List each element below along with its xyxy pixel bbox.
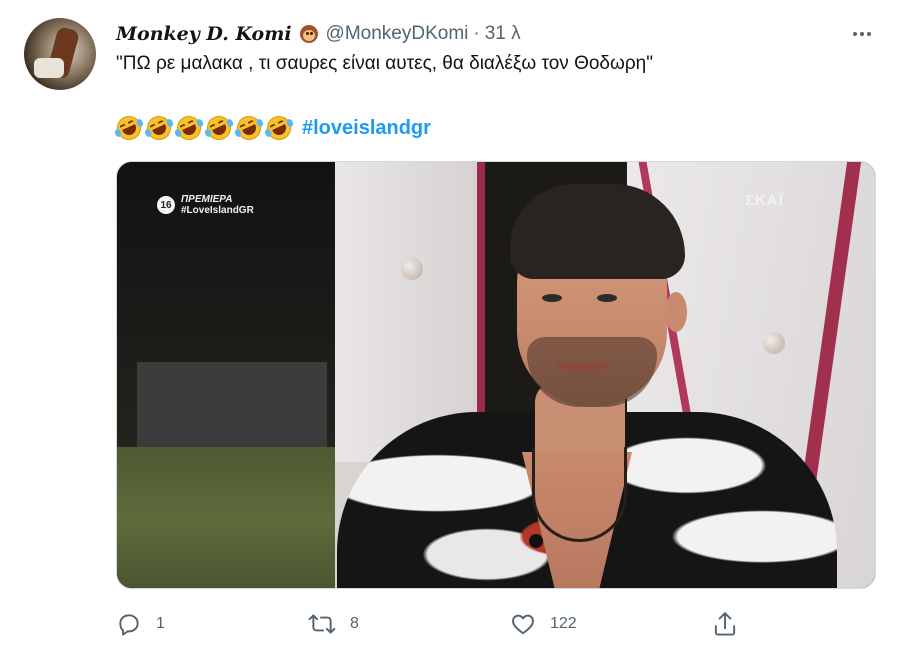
media-image[interactable]: 16 ΠΡΕΜΙΕΡΑ #LoveIslandGR ΣΚΑΪ xyxy=(116,161,876,589)
share-button[interactable] xyxy=(712,606,738,642)
display-name[interactable]: Monkey D. Komi xyxy=(116,23,292,45)
badge-premiere: ΠΡΕΜΙΕΡΑ xyxy=(181,194,233,205)
reply-button[interactable]: 1 xyxy=(116,606,165,642)
program-badge: 16 ΠΡΕΜΙΕΡΑ #LoveIslandGR xyxy=(157,194,254,216)
rolling-on-floor-laughing-icon xyxy=(112,111,147,146)
rolling-on-floor-laughing-icon xyxy=(262,111,297,146)
rolling-on-floor-laughing-icon xyxy=(142,111,177,146)
user-handle[interactable]: @MonkeyDKomi xyxy=(326,23,469,45)
heart-icon xyxy=(510,611,536,637)
rolling-on-floor-laughing-icon xyxy=(202,111,237,146)
emoji-line: #loveislandgr xyxy=(113,112,431,144)
rolling-on-floor-laughing-icon xyxy=(172,111,207,146)
retweet-button[interactable]: 8 xyxy=(308,606,359,642)
tweet-header: Monkey D. Komi @MonkeyDKomi · 31 λ xyxy=(116,22,521,46)
monkey-face-icon xyxy=(298,23,320,45)
share-icon xyxy=(712,610,738,638)
retweet-icon xyxy=(308,611,336,637)
tweet: Monkey D. Komi @MonkeyDKomi · 31 λ "ΠΩ ρ… xyxy=(0,0,900,654)
more-options-icon[interactable] xyxy=(846,22,878,46)
age-rating: 16 xyxy=(157,196,175,214)
retweet-count: 8 xyxy=(350,615,359,632)
badge-hashtag: #LoveIslandGR xyxy=(181,205,254,216)
avatar[interactable] xyxy=(24,18,96,90)
timestamp[interactable]: 31 λ xyxy=(485,23,521,45)
tweet-text: "ΠΩ ρε μαλακα , τι σαυρες είναι αυτες, θ… xyxy=(116,53,653,74)
reply-icon xyxy=(116,611,142,637)
hashtag-link[interactable]: #loveislandgr xyxy=(302,117,431,140)
like-button[interactable]: 122 xyxy=(510,606,577,642)
action-bar: 1 8 122 xyxy=(116,606,776,642)
channel-logo: ΣΚΑΪ xyxy=(745,192,784,209)
like-count: 122 xyxy=(550,615,577,632)
reply-count: 1 xyxy=(156,615,165,632)
rolling-on-floor-laughing-icon xyxy=(232,111,267,146)
separator-dot: · xyxy=(473,23,480,44)
